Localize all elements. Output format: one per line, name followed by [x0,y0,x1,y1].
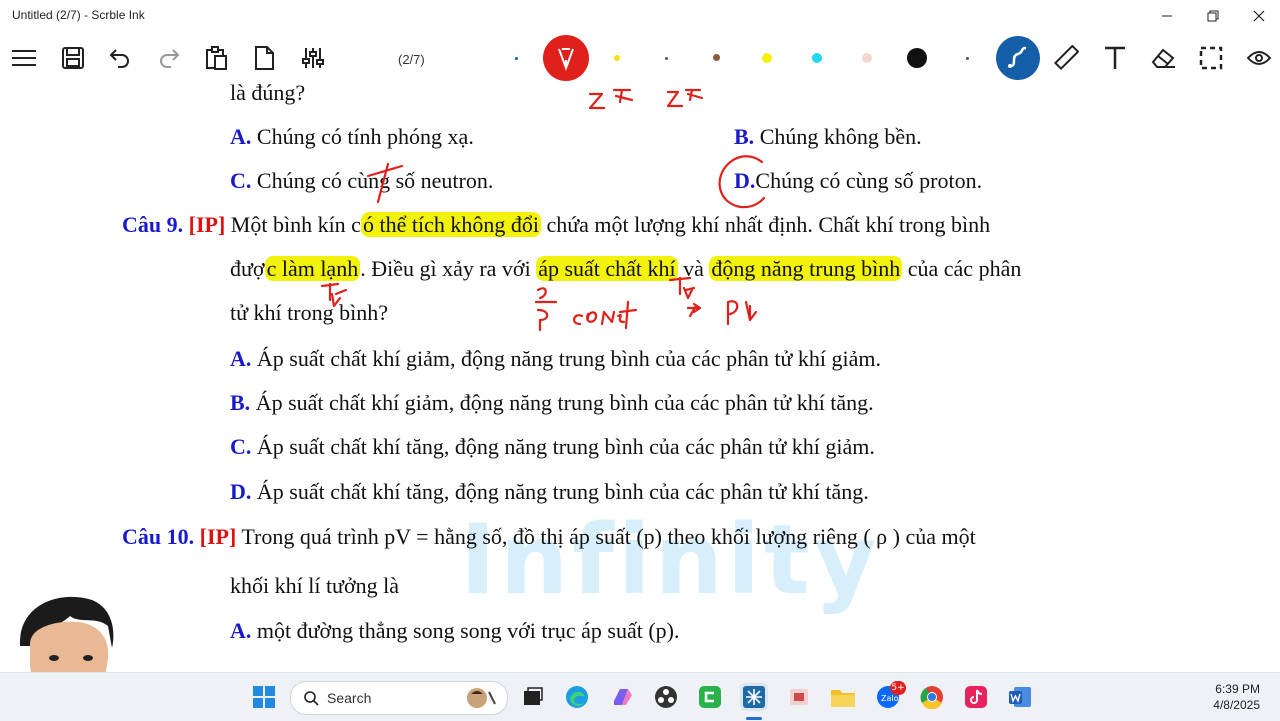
copilot-button[interactable] [608,683,636,711]
undo-icon [109,49,129,68]
restore-icon [1207,10,1219,22]
start-button[interactable] [250,683,278,711]
edge-icon [566,686,588,708]
page-indicator: (2/7) [398,52,425,67]
search-icon [304,691,319,706]
restore-button[interactable] [1190,4,1236,28]
sliders-icon [302,48,324,68]
menu-button[interactable] [6,40,42,76]
title-bar: Untitled (2/7) - Scrble Ink [0,0,1280,32]
app-button[interactable] [785,683,813,711]
minimize-icon [1162,15,1172,17]
undo-button[interactable] [102,40,138,76]
eraser-icon [1151,48,1175,68]
new-page-icon [255,46,274,70]
word-icon [1009,687,1031,707]
obs-button[interactable] [652,683,680,711]
shape-tool-button[interactable] [996,36,1040,80]
pen-tool-button[interactable] [543,35,589,81]
select-button[interactable] [1193,40,1229,76]
search-highlight-icon [467,688,496,708]
text-icon [1105,46,1125,69]
file-explorer-button[interactable] [829,683,857,711]
taskbar: Search Zalo 5+ 6:39 PM 4/8/2025 [0,672,1280,721]
taskbar-search[interactable]: Search [290,681,508,715]
color-swatch-dark[interactable] [966,57,969,60]
color-swatch-yellow[interactable] [762,53,772,63]
edge-button[interactable] [563,683,591,711]
view-icon [1246,51,1272,65]
clipboard-icon [206,46,227,70]
ink-annotations [320,88,766,332]
color-swatch-pink[interactable] [862,53,872,63]
capcut-button[interactable] [696,683,724,711]
close-button[interactable] [1236,4,1280,28]
windows-icon [253,686,275,708]
color-swatch-black[interactable] [907,48,927,68]
ruler-button[interactable] [1048,40,1084,76]
save-icon [62,47,84,69]
system-clock[interactable]: 6:39 PM 4/8/2025 [1213,681,1260,713]
notification-badge: 5+ [890,681,906,695]
word-button[interactable] [1006,683,1034,711]
scrble-ink-button[interactable] [740,683,768,711]
ruler-icon [1053,45,1079,71]
window-title: Untitled (2/7) - Scrble Ink [12,8,145,22]
clipboard-button[interactable] [198,40,234,76]
close-icon [1253,10,1265,22]
scrble-icon [743,686,765,708]
squiggle-icon [1008,46,1027,68]
search-placeholder: Search [327,690,372,706]
clock-date: 4/8/2025 [1213,698,1260,712]
color-swatch-yellow-small[interactable] [614,55,620,61]
document-canvas[interactable]: Infinity là đúng? A. Chúng có tính phóng… [0,84,1280,672]
color-swatch-cyan[interactable] [812,53,822,63]
copilot-icon [614,689,632,705]
task-view-icon [524,687,543,705]
obs-icon [655,686,677,708]
color-swatch-blue-small[interactable] [515,57,518,60]
redo-button[interactable] [151,40,187,76]
view-button[interactable] [1241,40,1277,76]
chrome-icon [920,686,943,709]
tiktok-icon [965,686,987,708]
app-green-icon [699,686,721,708]
chrome-button[interactable] [918,683,946,711]
text-tool-button[interactable] [1097,40,1133,76]
toolbar: (2/7) [0,32,1280,84]
tiktok-button[interactable] [962,683,990,711]
pen-icon [558,48,574,71]
settings-button[interactable] [295,40,331,76]
save-button[interactable] [55,40,91,76]
color-swatch-brown[interactable] [713,54,720,61]
svg-text:Zalo: Zalo [881,694,899,703]
task-view-button[interactable] [518,683,546,711]
select-icon [1199,46,1223,70]
eraser-button[interactable] [1145,40,1181,76]
folder-icon [831,690,855,707]
new-page-button[interactable] [246,40,282,76]
redo-icon [160,49,180,68]
clock-time: 6:39 PM [1215,682,1260,696]
app-icon [790,689,808,705]
color-swatch-gray[interactable] [665,57,668,60]
minimize-button[interactable] [1144,4,1190,28]
menu-icon [12,50,36,66]
